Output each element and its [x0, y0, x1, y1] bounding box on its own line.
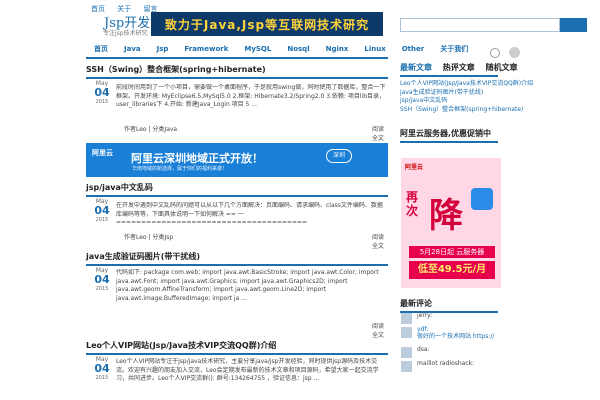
ad-subtitle: 华南地域的新选择，属于你们的福利来袭！: [132, 166, 228, 172]
read-more-button[interactable]: 阅读全文: [372, 232, 388, 250]
nav-jsp[interactable]: Jsp: [149, 42, 177, 57]
post-title-underline: [86, 353, 388, 355]
ad-title: 阿里云深圳地域正式开放！: [131, 152, 263, 165]
promo-banner[interactable]: 阿里云 再次 降 5月28日起 云服务器 低至49.5元/月: [401, 158, 501, 288]
promo-brand: 阿里云: [405, 164, 424, 171]
post-date: May 04 2015: [94, 198, 110, 223]
post: java生成验证码图片(带干扰线) May 04 2015 代码如下: pack…: [86, 251, 388, 339]
top-link-home[interactable]: 首页: [91, 5, 105, 13]
comment-item[interactable]: jerry:: [401, 312, 599, 326]
tab-latest[interactable]: 最新文章: [400, 63, 432, 72]
nav-linux[interactable]: Linux: [356, 42, 393, 57]
ad-pill: 深圳: [326, 149, 352, 163]
post-title[interactable]: Leo个人VIP网站(Jsp/Java技术VIP交流QQ群)介绍: [86, 340, 388, 352]
list-item[interactable]: java生成验证码图片(带干扰线): [400, 89, 598, 98]
avatar: [401, 347, 412, 358]
read-more-button[interactable]: 阅读全文: [372, 321, 388, 339]
avatar: [401, 361, 412, 372]
post-excerpt: 代码如下: package com.web; import java.awt.B…: [116, 269, 379, 302]
nav-nginx[interactable]: Nginx: [318, 42, 357, 57]
sidebar-tabs: 最新文章 热评文章 随机文章: [400, 62, 598, 74]
promo-date-line: 5月28日起 云服务器: [409, 246, 495, 258]
nav-divider: [86, 57, 388, 59]
ad-brand: 阿里云: [92, 149, 113, 157]
post-date: May 04 2015: [94, 267, 110, 292]
user-icon[interactable]: [490, 48, 500, 58]
main-nav: 首页 Java Jsp Framework MySQL Nosql Nginx …: [86, 42, 516, 57]
nav-about[interactable]: 关于我们: [432, 42, 476, 57]
promo-big-text: 降: [429, 196, 463, 236]
post: Leo个人VIP网站(Jsp/Java技术VIP交流QQ群)介绍 May 04 …: [86, 340, 388, 400]
post-date: May 04 2015: [94, 356, 110, 381]
comments-heading: 最新评论: [400, 299, 432, 308]
site-tagline: 专注jsp技术研究: [103, 30, 148, 37]
list-item[interactable]: SSH（Swing）整合框架(spring+hibernate): [400, 106, 598, 115]
ad-banner[interactable]: 阿里云 阿里云深圳地域正式开放！ 华南地域的新选择，属于你们的福利来袭！ 深圳: [86, 143, 388, 177]
sidebar-underline: [400, 141, 498, 143]
comment-item[interactable]: maillot radioshack:: [401, 360, 599, 374]
nav-other[interactable]: Other: [394, 42, 432, 57]
cloud-server-icon: [471, 188, 493, 210]
post-title-underline: [86, 264, 388, 266]
post: jsp/java中文乱码 May 04 2015 在开发中遇到中文乱码的问题可以…: [86, 182, 388, 250]
nav-mysql[interactable]: MySQL: [236, 42, 279, 57]
post-excerpt: 前段时间用到了一个小项目，需要做一个桌面程序，于是就用swing做，同时使用了数…: [116, 84, 386, 108]
header-banner: 致力于Java,Jsp等互联网技术研究: [151, 12, 383, 36]
promo-side-text: 再次: [406, 190, 419, 218]
post-meta[interactable]: 作者Leo | 分类Java: [124, 124, 177, 133]
post: SSH（Swing）整合框架(spring+hibernate) May 04 …: [86, 64, 388, 142]
nav-icons: [484, 43, 521, 62]
search-button[interactable]: [560, 18, 587, 32]
read-more-button[interactable]: 阅读全文: [372, 124, 388, 142]
avatar: [401, 313, 412, 324]
rss-icon[interactable]: [509, 47, 521, 58]
avatar: [401, 327, 412, 338]
list-item[interactable]: Leo个人VIP网站(Jsp/Java技术VIP交流QQ群)介绍: [400, 80, 598, 89]
nav-framework[interactable]: Framework: [176, 42, 236, 57]
post-title-underline: [86, 77, 388, 79]
sidebar-article-list: Leo个人VIP网站(Jsp/Java技术VIP交流QQ群)介绍 java生成验…: [400, 80, 598, 114]
sidebar: 最新文章 热评文章 随机文章 Leo个人VIP网站(Jsp/Java技术VIP交…: [400, 62, 598, 146]
nav-nosql[interactable]: Nosql: [279, 42, 317, 57]
post-excerpt: Leo个人VIP网站专注于jsp/java技术研究，主要分享java/jsp开发…: [116, 358, 379, 382]
top-bar: 首页 关于 留言 Jsp开发网 专注jsp技术研究 致力于Java,Jsp等互联…: [0, 0, 600, 40]
post-title-underline: [86, 195, 388, 197]
comment-list: jerry: ydf: 很好的一个技术网站 https:// dsa: mail…: [401, 312, 599, 374]
list-item[interactable]: jsp/java中文乱码: [400, 97, 598, 106]
post-title[interactable]: jsp/java中文乱码: [86, 182, 388, 194]
tab-hot[interactable]: 热评文章: [443, 63, 475, 72]
promo-heading: 阿里云服务器,优惠促销中: [400, 129, 492, 138]
promo-price-line: 低至49.5元/月: [409, 261, 495, 279]
comment-item[interactable]: dsa:: [401, 346, 599, 360]
search-input[interactable]: [400, 18, 560, 32]
post-title[interactable]: java生成验证码图片(带干扰线): [86, 251, 388, 263]
sidebar-underline: [400, 75, 498, 77]
post-date: May 04 2015: [94, 80, 110, 105]
post-excerpt: 在开发中遇到中文乱码的问题可以从以下几个方面解决：页面编码、请求编码、class…: [116, 202, 383, 226]
post-meta[interactable]: 作者Leo | 分类Jsp: [124, 232, 173, 241]
comment-item[interactable]: ydf: 很好的一个技术网站 https://: [401, 326, 599, 346]
tab-random[interactable]: 随机文章: [486, 63, 518, 72]
post-title[interactable]: SSH（Swing）整合框架(spring+hibernate): [86, 64, 388, 76]
nav-home[interactable]: 首页: [86, 42, 116, 57]
nav-java[interactable]: Java: [116, 42, 149, 57]
